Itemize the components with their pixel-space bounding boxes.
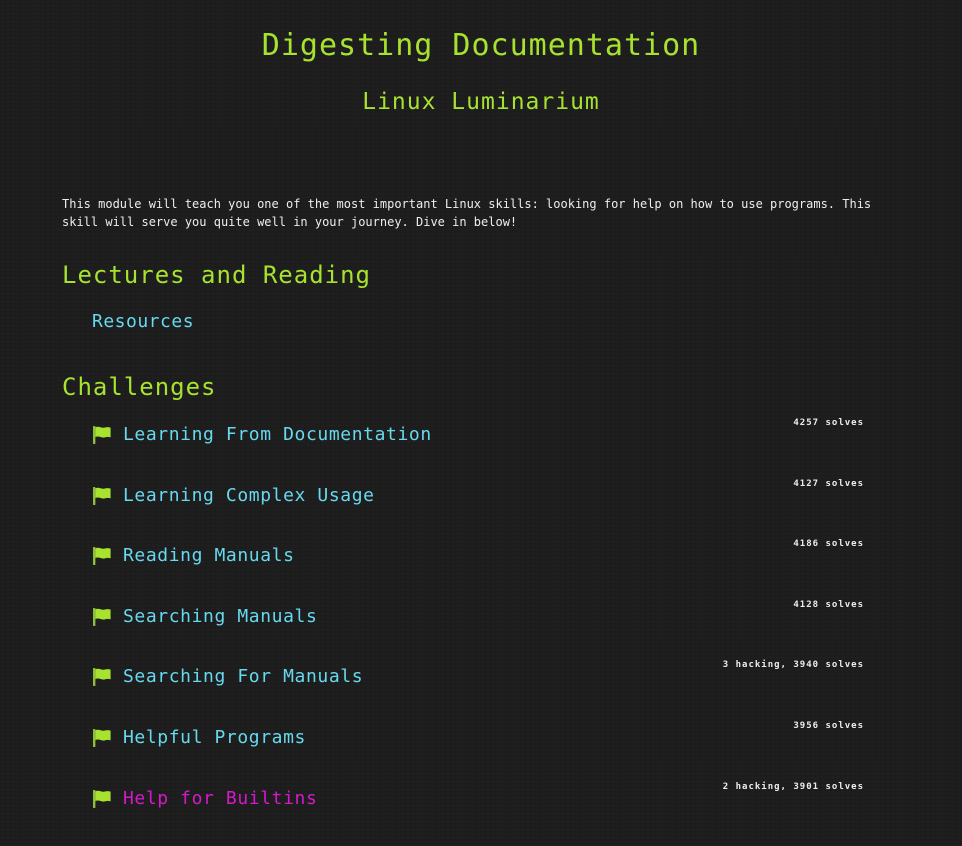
- challenge-solve-count: 4127 solves: [793, 479, 864, 489]
- challenge-solve-count: 4128 solves: [793, 600, 864, 610]
- resources-link[interactable]: Resources: [92, 309, 194, 335]
- challenges-heading: Challenges: [62, 373, 217, 401]
- dojo-title: Linux Luminarium: [362, 89, 600, 115]
- flag-icon: [93, 729, 111, 747]
- challenge-name[interactable]: Searching For Manuals: [123, 662, 363, 692]
- challenge-name[interactable]: Help for Builtins: [123, 784, 317, 814]
- challenge-solve-count: 4257 solves: [793, 418, 864, 428]
- challenge-solve-count: 4186 solves: [793, 539, 864, 549]
- challenge-solve-count: 3 hacking, 3940 solves: [722, 660, 864, 670]
- challenge-item[interactable]: Reading Manuals 4186 solves: [92, 539, 864, 571]
- flag-icon: [93, 668, 111, 686]
- flag-icon: [93, 487, 111, 505]
- challenge-name[interactable]: Searching Manuals: [123, 602, 317, 632]
- module-page: Digesting Documentation Linux Luminarium…: [0, 0, 962, 846]
- challenge-name[interactable]: Learning From Documentation: [123, 420, 432, 450]
- flag-icon: [93, 790, 111, 808]
- challenge-name[interactable]: Learning Complex Usage: [123, 481, 375, 511]
- challenge-name[interactable]: Reading Manuals: [123, 541, 295, 571]
- challenge-solve-count: 2 hacking, 3901 solves: [722, 782, 864, 792]
- module-title: Digesting Documentation: [261, 28, 701, 63]
- challenge-solve-count: 3956 solves: [793, 721, 864, 731]
- challenge-item[interactable]: Learning Complex Usage 4127 solves: [92, 479, 864, 511]
- module-description: This module will teach you one of the mo…: [62, 197, 872, 229]
- flag-icon: [93, 608, 111, 626]
- challenge-item[interactable]: Help for Builtins 2 hacking, 3901 solves: [92, 782, 864, 814]
- challenge-item[interactable]: Searching Manuals 4128 solves: [92, 600, 864, 632]
- challenge-item[interactable]: Helpful Programs 3956 solves: [92, 721, 864, 753]
- flag-icon: [93, 547, 111, 565]
- flag-icon: [93, 426, 111, 444]
- lectures-heading: Lectures and Reading: [62, 261, 371, 289]
- challenge-item[interactable]: Searching For Manuals 3 hacking, 3940 so…: [92, 660, 864, 692]
- challenge-name[interactable]: Helpful Programs: [123, 723, 306, 753]
- challenge-item[interactable]: Learning From Documentation 4257 solves: [92, 418, 864, 450]
